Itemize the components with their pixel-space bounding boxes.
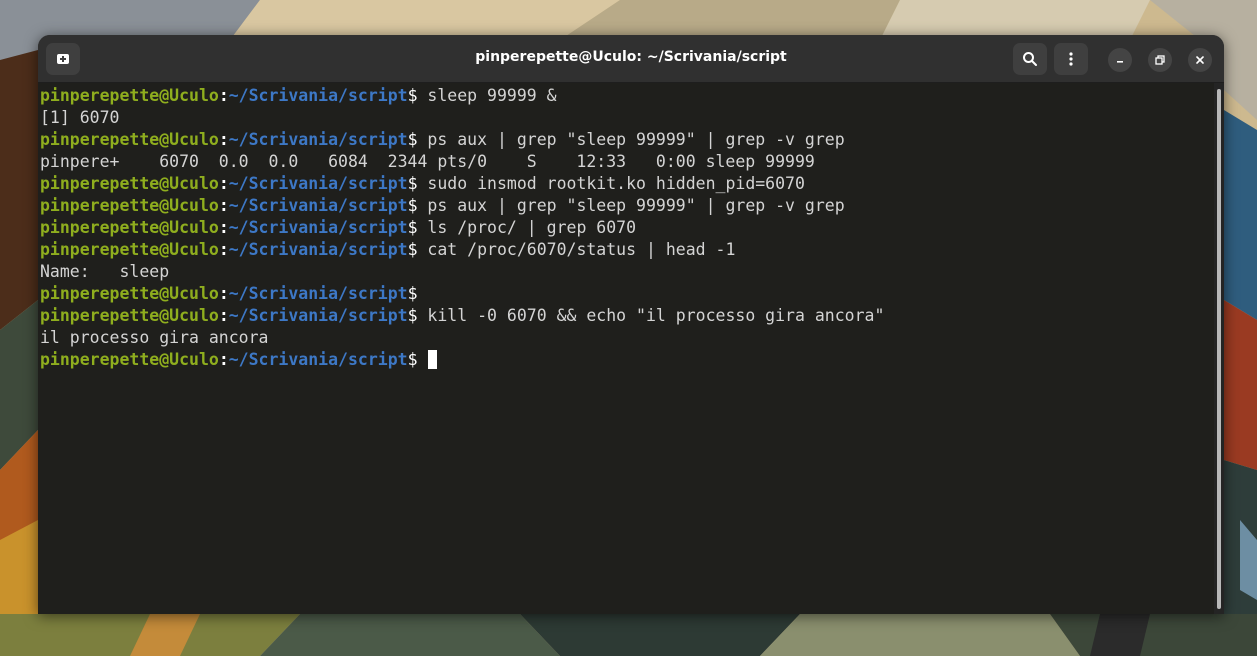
minimize-button[interactable] — [1108, 48, 1132, 72]
prompt-colon: : — [218, 130, 229, 149]
terminal-prompt-line: pinperepette@Uculo:~/Scrivania/script$ s… — [40, 85, 884, 107]
terminal-window: pinperepette@Uculo: ~/Scrivania/script p… — [38, 35, 1224, 614]
terminal-scrollbar[interactable] — [1214, 83, 1224, 614]
terminal-prompt-line: pinperepette@Uculo:~/Scrivania/script$ c… — [40, 239, 884, 261]
command-text: sudo insmod rootkit.ko hidden_pid=6070 — [417, 174, 805, 193]
prompt-symbol: $ — [407, 240, 418, 259]
terminal-cursor — [427, 350, 437, 369]
prompt-path: ~/Scrivania/script — [228, 284, 408, 303]
prompt-colon: : — [218, 306, 229, 325]
prompt-path: ~/Scrivania/script — [228, 218, 408, 237]
terminal-output-line: [1] 6070 — [40, 108, 120, 127]
window-headerbar[interactable]: pinperepette@Uculo: ~/Scrivania/script — [38, 35, 1224, 83]
prompt-user: pinperepette@Uculo — [40, 218, 219, 237]
command-text: ls /proc/ | grep 6070 — [417, 218, 637, 237]
prompt-symbol: $ — [407, 284, 418, 303]
terminal-prompt-line: pinperepette@Uculo:~/Scrivania/script$ p… — [40, 129, 884, 151]
scrollbar-thumb[interactable] — [1217, 89, 1221, 609]
close-icon — [1196, 56, 1204, 64]
prompt-colon: : — [218, 284, 229, 303]
terminal-prompt-line: pinperepette@Uculo:~/Scrivania/script$ p… — [40, 195, 884, 217]
maximize-button[interactable] — [1148, 48, 1172, 72]
prompt-user: pinperepette@Uculo — [40, 240, 219, 259]
terminal-prompt-line: pinperepette@Uculo:~/Scrivania/script$ s… — [40, 173, 884, 195]
maximize-icon — [1155, 55, 1165, 65]
menu-button[interactable] — [1054, 43, 1088, 75]
prompt-path: ~/Scrivania/script — [228, 130, 408, 149]
terminal-output-area[interactable]: pinperepette@Uculo:~/Scrivania/script$ s… — [38, 83, 1214, 614]
prompt-colon: : — [218, 218, 229, 237]
command-text: kill -0 6070 && echo "il processo gira a… — [417, 306, 885, 325]
terminal-prompt-line: pinperepette@Uculo:~/Scrivania/script$ l… — [40, 217, 884, 239]
prompt-path: ~/Scrivania/script — [228, 350, 408, 369]
vertical-dots-icon — [1069, 52, 1073, 66]
prompt-symbol: $ — [407, 306, 418, 325]
prompt-path: ~/Scrivania/script — [228, 196, 408, 215]
prompt-colon: : — [218, 350, 229, 369]
terminal-output-line: il processo gira ancora — [40, 328, 269, 347]
prompt-path: ~/Scrivania/script — [228, 306, 408, 325]
prompt-colon: : — [218, 86, 229, 105]
terminal-prompt-line: pinperepette@Uculo:~/Scrivania/script$ — [40, 349, 884, 371]
prompt-user: pinperepette@Uculo — [40, 130, 219, 149]
terminal-output-line: pinpere+ 6070 0.0 0.0 6084 2344 pts/0 S … — [40, 152, 815, 171]
prompt-colon: : — [218, 174, 229, 193]
prompt-path: ~/Scrivania/script — [228, 174, 408, 193]
search-icon — [1023, 52, 1037, 66]
command-text: sleep 99999 & — [417, 86, 557, 105]
terminal-output-line: Name: sleep — [40, 262, 170, 281]
prompt-path: ~/Scrivania/script — [228, 240, 408, 259]
prompt-user: pinperepette@Uculo — [40, 306, 219, 325]
prompt-user: pinperepette@Uculo — [40, 284, 219, 303]
prompt-user: pinperepette@Uculo — [40, 86, 219, 105]
prompt-symbol: $ — [407, 86, 418, 105]
terminal-lines: pinperepette@Uculo:~/Scrivania/script$ s… — [40, 85, 884, 371]
prompt-user: pinperepette@Uculo — [40, 196, 219, 215]
command-text: ps aux | grep "sleep 99999" | grep -v gr… — [417, 196, 845, 215]
prompt-symbol: $ — [407, 218, 418, 237]
terminal-prompt-line: pinperepette@Uculo:~/Scrivania/script$ k… — [40, 305, 884, 327]
prompt-symbol: $ — [407, 174, 418, 193]
search-button[interactable] — [1013, 43, 1047, 75]
prompt-symbol: $ — [407, 130, 418, 149]
prompt-symbol: $ — [407, 196, 418, 215]
command-text: cat /proc/6070/status | head -1 — [417, 240, 736, 259]
prompt-user: pinperepette@Uculo — [40, 350, 219, 369]
prompt-colon: : — [218, 196, 229, 215]
command-text: ps aux | grep "sleep 99999" | grep -v gr… — [417, 130, 845, 149]
close-button[interactable] — [1188, 48, 1212, 72]
minimize-icon — [1117, 61, 1123, 63]
prompt-symbol: $ — [407, 350, 418, 369]
prompt-colon: : — [218, 240, 229, 259]
prompt-user: pinperepette@Uculo — [40, 174, 219, 193]
terminal-prompt-line: pinperepette@Uculo:~/Scrivania/script$ — [40, 283, 884, 305]
prompt-path: ~/Scrivania/script — [228, 86, 408, 105]
